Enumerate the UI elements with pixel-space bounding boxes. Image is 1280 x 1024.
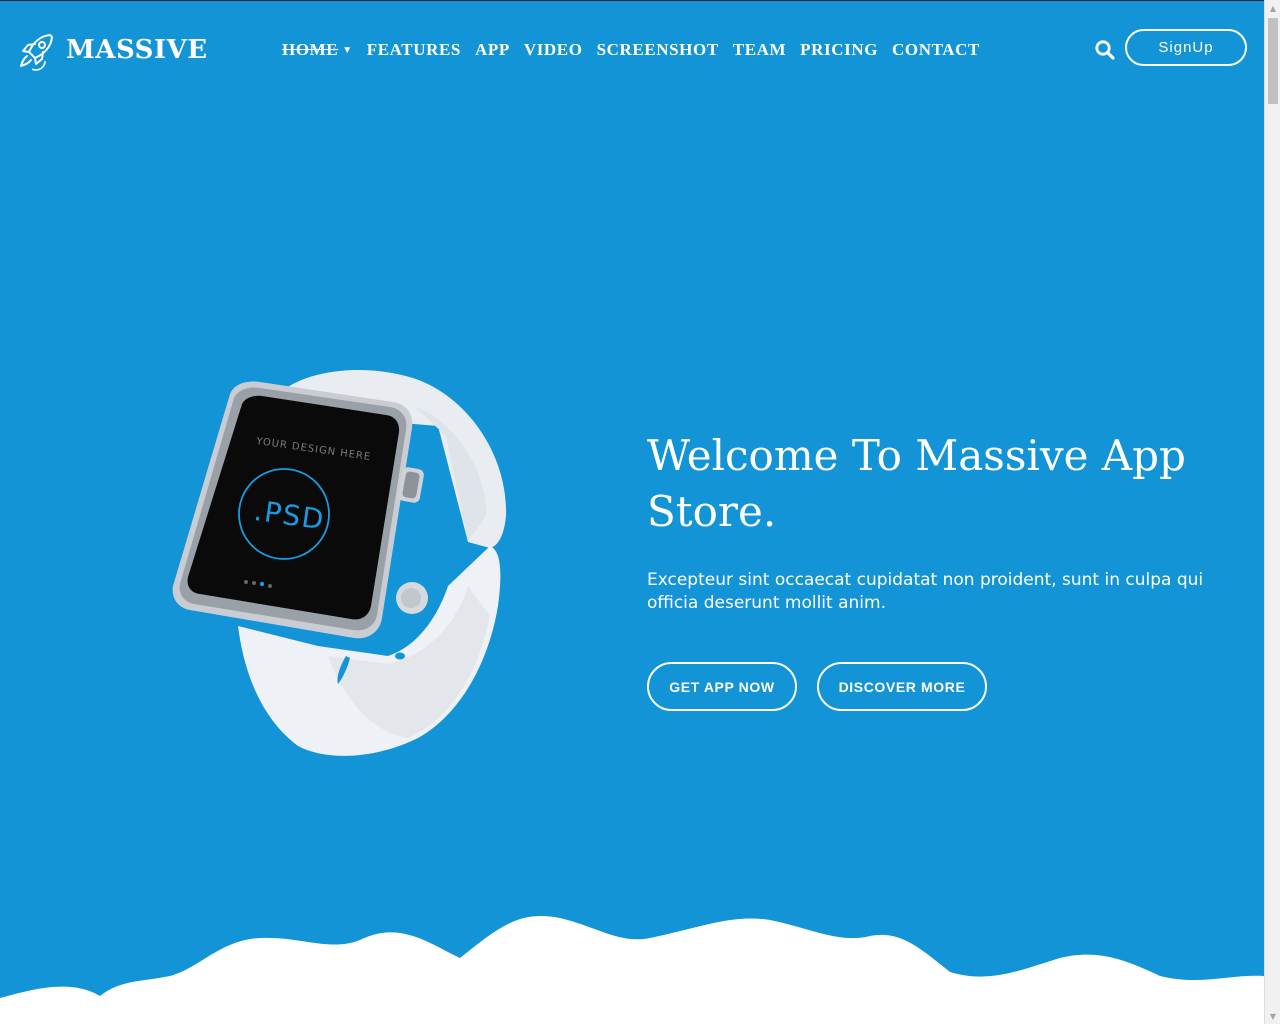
nav-item-pricing[interactable]: PRICING xyxy=(800,40,878,60)
wave-divider xyxy=(0,915,1264,1024)
brand-name: MASSIVE xyxy=(66,35,208,65)
nav-item-features[interactable]: FEATURES xyxy=(367,40,461,60)
nav-item-app[interactable]: APP xyxy=(475,40,510,60)
hero-description: Excepteur sint occaecat cupidatat non pr… xyxy=(647,570,1204,613)
nav-item-home[interactable]: HOME xyxy=(282,40,338,60)
nav-item-contact[interactable]: CONTACT xyxy=(892,40,980,60)
hero-title: Welcome To Massive App Store. xyxy=(647,431,1186,536)
rocket-icon xyxy=(20,34,53,71)
brand-logo[interactable]: MASSIVE xyxy=(16,28,208,72)
scrollbar-thumb[interactable] xyxy=(1268,18,1278,104)
discover-more-button[interactable]: DISCOVER MORE xyxy=(817,662,987,711)
smartwatch-image: YOUR DESIGN HERE .PSD xyxy=(172,370,507,756)
scroll-up-icon[interactable]: ▲ xyxy=(1265,0,1280,16)
nav-item-screenshot[interactable]: SCREENSHOT xyxy=(597,40,719,60)
get-app-now-button[interactable]: GET APP NOW xyxy=(647,662,797,711)
caret-down-icon[interactable]: ▼ xyxy=(342,45,353,56)
signup-button[interactable]: SignUp xyxy=(1125,29,1247,66)
search-icon[interactable] xyxy=(1094,39,1116,61)
nav-item-video[interactable]: VIDEO xyxy=(524,40,583,60)
main-nav: HOME ▼ FEATURES APP VIDEO SCREENSHOT TEA… xyxy=(282,38,994,62)
scroll-down-icon[interactable]: ▼ xyxy=(1265,1008,1280,1024)
page-scrollbar[interactable]: ▲ ▼ xyxy=(1264,0,1280,1024)
window-top-border xyxy=(0,0,1264,1)
nav-item-team[interactable]: TEAM xyxy=(733,40,786,60)
landing-page: MASSIVE HOME ▼ FEATURES APP VIDEO SCREEN… xyxy=(0,0,1280,1024)
